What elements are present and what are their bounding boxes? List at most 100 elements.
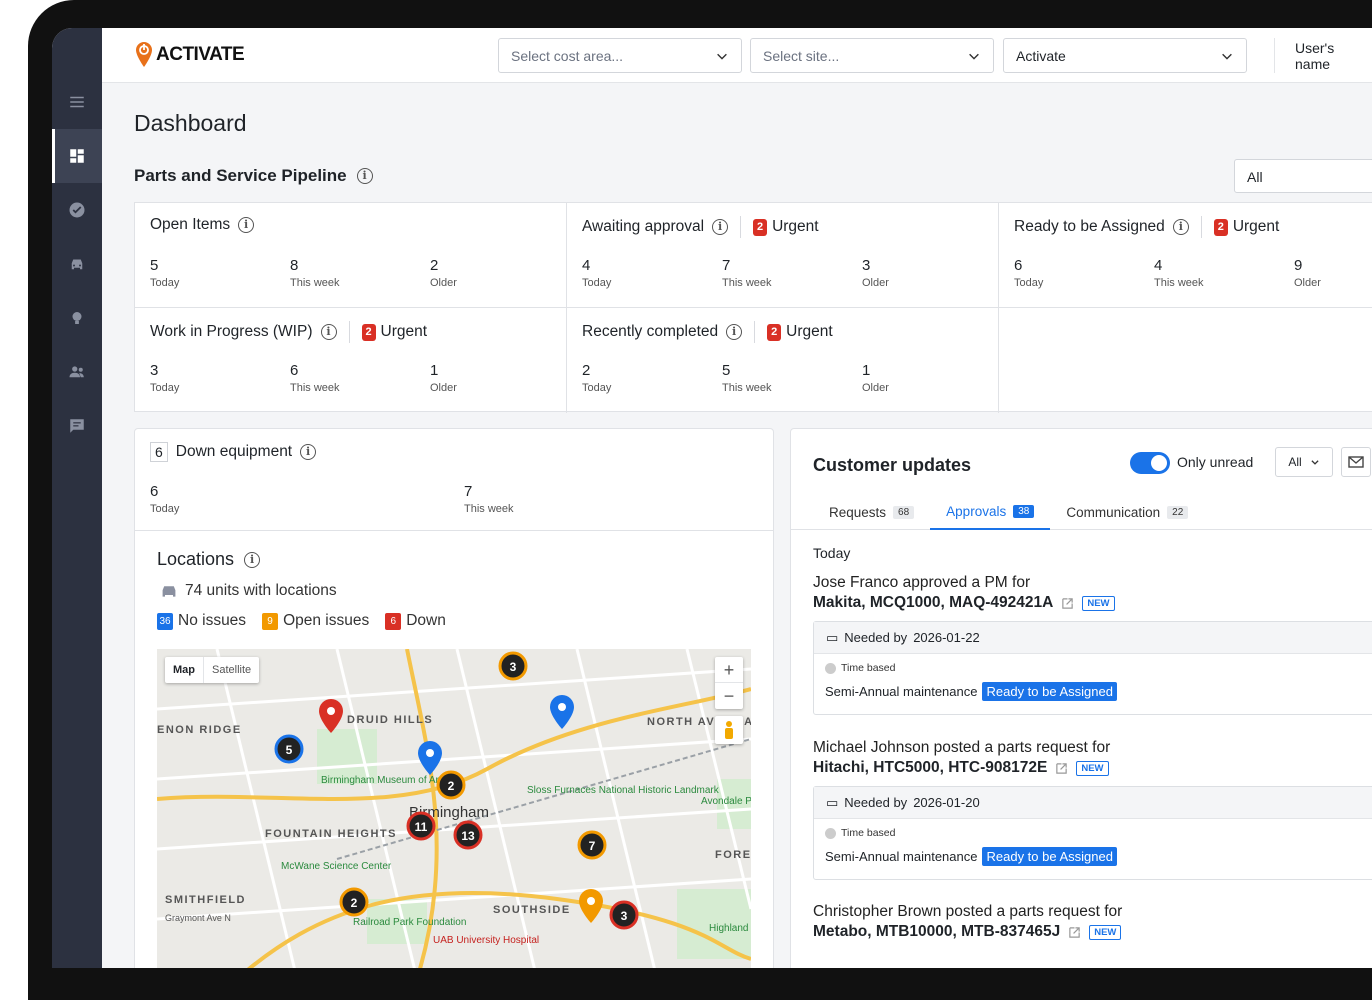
site-select[interactable]: Select site...: [750, 38, 994, 73]
map-cluster[interactable]: 2: [339, 887, 369, 917]
info-icon[interactable]: i: [356, 168, 373, 184]
zoom-out-button[interactable]: −: [715, 683, 743, 709]
locations-map[interactable]: DRUID HILLS NORTH AVONDALE ENON RIDGE Bi…: [157, 649, 751, 968]
stat-value: 1: [430, 362, 439, 379]
cluster-count: 3: [510, 660, 517, 674]
external-link-icon[interactable]: [1068, 926, 1081, 939]
info-icon[interactable]: i: [1172, 219, 1189, 235]
update-asset-link[interactable]: Makita, MCQ1000, MAQ-492421A: [813, 594, 1053, 612]
tab-count: 22: [1167, 505, 1189, 519]
external-link-icon[interactable]: [1055, 762, 1068, 775]
units-text: 74 units with locations: [185, 582, 337, 599]
update-asset-link[interactable]: Hitachi, HTC5000, HTC-908172E: [813, 759, 1047, 777]
info-icon[interactable]: i: [726, 324, 743, 340]
tab-communication[interactable]: Communication 22: [1050, 494, 1204, 530]
stat-value: 6: [150, 483, 159, 500]
map-cluster[interactable]: 3: [609, 900, 639, 930]
pipeline-cell-awaiting-approval[interactable]: Awaiting approval i 2 Urgent 4 Today 7 This w…: [567, 203, 999, 308]
stat-label: This week: [722, 277, 772, 289]
stat-value: 3: [862, 257, 871, 274]
map-label: Railroad Park Foundation: [353, 917, 466, 928]
tab-count: 38: [1013, 504, 1035, 518]
map-cluster[interactable]: 5: [274, 734, 304, 764]
urgent-count: 2: [767, 323, 782, 341]
info-icon[interactable]: i: [238, 217, 255, 233]
pipeline-title: Parts and Service Pipeline: [134, 166, 347, 185]
external-link-icon[interactable]: [1061, 597, 1074, 610]
info-icon[interactable]: i: [300, 444, 317, 460]
stat-label: Older: [862, 382, 889, 394]
map-cluster[interactable]: 2: [436, 770, 466, 800]
updates-filter-select[interactable]: All: [1275, 447, 1333, 477]
urgent-count: 2: [753, 218, 768, 236]
cluster-count: 5: [286, 743, 293, 757]
org-select[interactable]: Activate: [1003, 38, 1247, 73]
update-details[interactable]: ▭ Needed by 2026-01-20 Time based Semi-Ann…: [813, 786, 1372, 880]
legend-label: No issues: [178, 612, 247, 629]
tab-requests[interactable]: Requests 68: [813, 494, 930, 530]
cluster-count: 2: [351, 896, 358, 910]
main-content: Dashboard Parts and Service Pipeline i A…: [102, 83, 1372, 968]
only-unread-label: Only unread: [1177, 454, 1254, 470]
map-cluster[interactable]: 7: [577, 830, 607, 860]
info-icon[interactable]: i: [320, 324, 337, 340]
units-with-locations: 74 units with locations: [159, 582, 337, 600]
user-name: User's name: [1295, 39, 1335, 72]
users-icon[interactable]: [52, 345, 102, 399]
cluster-count: 13: [461, 829, 475, 843]
mark-read-button[interactable]: [1341, 447, 1371, 477]
stat-label: This week: [464, 503, 514, 515]
legend-no-issues[interactable]: 36 No issues: [157, 612, 246, 630]
urgent-count: 2: [361, 323, 376, 341]
legend-open-issues[interactable]: 9 Open issues: [262, 612, 369, 630]
user-menu[interactable]: User's name: [1274, 38, 1372, 73]
map-label: SOUTHSIDE: [493, 904, 571, 916]
pipeline-heading: Parts and Service Pipeline i: [134, 166, 373, 186]
info-icon[interactable]: i: [244, 551, 261, 568]
map-type-satellite-button[interactable]: Satellite: [203, 657, 259, 683]
map-label: FOUNTAIN HEIGHTS: [265, 828, 397, 840]
update-asset-link[interactable]: Metabo, MTB10000, MTB-837465J: [813, 923, 1060, 941]
pegman-icon[interactable]: [715, 716, 743, 744]
stat-value: 4: [1154, 257, 1163, 274]
pipeline-filter-select[interactable]: All: [1234, 159, 1372, 193]
pipeline-cell-wip[interactable]: Work in Progress (WIP) i 2 Urgent 3 Today 6 T…: [135, 308, 567, 413]
info-icon[interactable]: i: [712, 219, 729, 235]
only-unread-toggle[interactable]: [1130, 452, 1170, 474]
urgent-label: Urgent: [786, 323, 833, 340]
menu-icon[interactable]: [52, 75, 102, 129]
check-circle-icon[interactable]: [52, 183, 102, 237]
tab-approvals[interactable]: Approvals 38: [930, 494, 1051, 530]
stat-value: 1: [862, 362, 871, 379]
pipeline-cell-recently-completed[interactable]: Recently completed i 2 Urgent 2 Today 5 This …: [567, 308, 999, 413]
dashboard-icon[interactable]: [52, 129, 102, 183]
update-details[interactable]: ▭ Needed by 2026-01-22 Time based Semi-Ann…: [813, 621, 1372, 715]
map-cluster[interactable]: 11: [406, 811, 436, 841]
task-name: Semi-Annual maintenance: [825, 849, 978, 864]
cost-area-select[interactable]: Select cost area...: [498, 38, 742, 73]
pipeline-cell-open-items[interactable]: Open Items i 5 Today 8 This week 2 Older: [135, 203, 567, 308]
legend-count: 9: [262, 612, 279, 630]
chat-icon[interactable]: [52, 399, 102, 453]
map-label: UAB University Hospital: [433, 935, 539, 946]
urgent-label: Urgent: [772, 218, 819, 235]
car-icon[interactable]: [52, 237, 102, 291]
stat-label: Older: [430, 382, 457, 394]
stat-label: This week: [1154, 277, 1204, 289]
status-badge: Ready to be Assigned: [982, 682, 1117, 701]
map-cluster[interactable]: 13: [453, 820, 483, 850]
stat-value: 3: [150, 362, 159, 379]
map-canvas[interactable]: DRUID HILLS NORTH AVONDALE ENON RIDGE Bi…: [157, 649, 751, 968]
needed-by: ▭ Needed by 2026-01-20: [814, 787, 1372, 819]
zoom-in-button[interactable]: +: [715, 657, 743, 683]
down-equipment-card: 6 Down equipment i 6 Today 7 This week Loc…: [134, 428, 774, 968]
lightbulb-icon[interactable]: [52, 291, 102, 345]
stat-value: 7: [722, 257, 731, 274]
map-type-map-button[interactable]: Map: [165, 657, 203, 683]
chevron-down-icon: [1311, 460, 1319, 465]
stat-value: 8: [290, 257, 299, 274]
stat-value: 5: [150, 257, 159, 274]
pipeline-cell-ready-to-assign[interactable]: Ready to be Assigned i 2 Urgent 6 Today 4 Thi…: [999, 203, 1372, 308]
legend-down[interactable]: 6 Down: [385, 612, 446, 630]
map-cluster[interactable]: 3: [498, 651, 528, 681]
